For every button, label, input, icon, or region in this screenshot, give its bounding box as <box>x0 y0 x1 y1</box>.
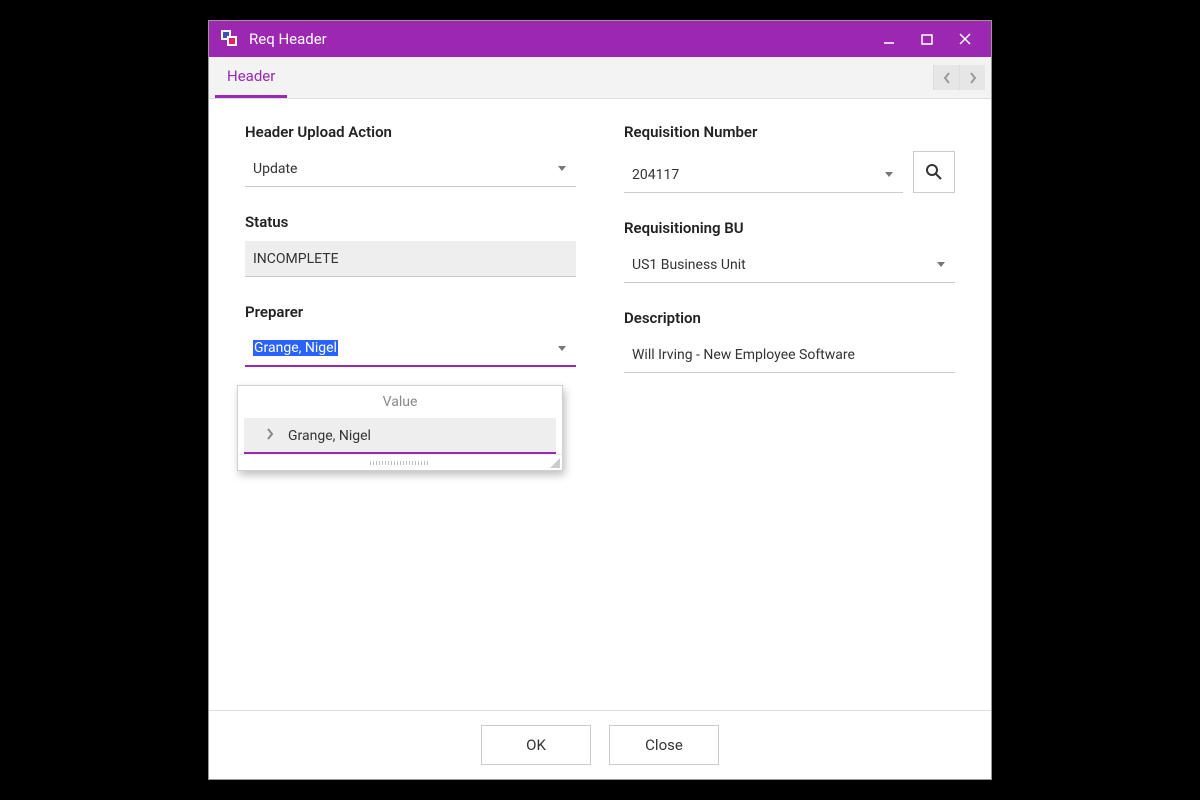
label-preparer: Preparer <box>245 303 576 321</box>
tab-scroll-right[interactable] <box>959 65 985 90</box>
field-upload-action: Header Upload Action Update <box>245 123 576 187</box>
field-req-bu: Requisitioning BU US1 Business Unit <box>624 219 955 283</box>
value-upload-action: Update <box>253 161 552 177</box>
select-req-number[interactable]: 204117 <box>624 157 903 193</box>
dropdown-option-label: Grange, Nigel <box>288 428 371 444</box>
ok-button[interactable]: OK <box>481 725 591 765</box>
dialog-window: Req Header Header Header Upload Action <box>208 20 992 780</box>
dropdown-option[interactable]: Grange, Nigel <box>244 418 556 454</box>
app-icon <box>221 30 239 48</box>
form-content: Header Upload Action Update Status INCOM… <box>209 99 991 710</box>
search-icon <box>925 163 943 181</box>
value-preparer: Grange, Nigel <box>253 340 338 356</box>
field-status: Status INCOMPLETE <box>245 213 576 277</box>
tab-scroll-left[interactable] <box>933 65 959 90</box>
dropdown-header: Value <box>238 386 562 418</box>
close-dialog-button[interactable]: Close <box>609 725 719 765</box>
preparer-dropdown-popup: Value Grange, Nigel <box>237 385 563 471</box>
grip-icon <box>370 461 430 465</box>
field-description: Description Will Irving - New Employee S… <box>624 309 955 373</box>
close-button[interactable] <box>947 25 983 53</box>
tab-header[interactable]: Header <box>215 57 287 98</box>
label-req-bu: Requisitioning BU <box>624 219 955 237</box>
dropdown-resize-handle[interactable] <box>238 454 562 470</box>
field-preparer: Preparer Grange, Nigel <box>245 303 576 367</box>
lookup-button[interactable] <box>913 151 955 193</box>
label-req-number: Requisition Number <box>624 123 955 141</box>
window-title: Req Header <box>249 30 871 48</box>
select-req-bu[interactable]: US1 Business Unit <box>624 247 955 283</box>
value-description: Will Irving - New Employee Software <box>632 347 951 363</box>
value-req-number: 204117 <box>632 167 879 183</box>
chevron-down-icon <box>558 166 566 171</box>
chevron-right-icon <box>266 428 274 444</box>
titlebar: Req Header <box>209 21 991 57</box>
label-status: Status <box>245 213 576 231</box>
readonly-status: INCOMPLETE <box>245 241 576 277</box>
minimize-button[interactable] <box>871 25 907 53</box>
chevron-down-icon <box>558 346 566 351</box>
tab-bar: Header <box>209 57 991 99</box>
select-upload-action[interactable]: Update <box>245 151 576 187</box>
input-description[interactable]: Will Irving - New Employee Software <box>624 337 955 373</box>
resize-corner-icon <box>550 458 560 468</box>
chevron-down-icon <box>885 172 893 177</box>
field-req-number: Requisition Number 204117 <box>624 123 955 193</box>
label-description: Description <box>624 309 955 327</box>
right-column: Requisition Number 204117 Requisitioning… <box>624 123 955 700</box>
label-upload-action: Header Upload Action <box>245 123 576 141</box>
maximize-button[interactable] <box>909 25 945 53</box>
select-preparer[interactable]: Grange, Nigel <box>245 331 576 367</box>
value-req-bu: US1 Business Unit <box>632 257 931 273</box>
value-status: INCOMPLETE <box>253 251 572 267</box>
chevron-down-icon <box>937 262 945 267</box>
dialog-footer: OK Close <box>209 710 991 779</box>
